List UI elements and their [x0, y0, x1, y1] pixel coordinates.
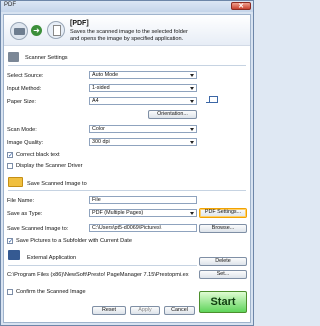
scanner-settings-divider: [8, 65, 246, 66]
external-application-path: C:\Program Files (x86)\NewSoft\Presto! P…: [7, 272, 189, 278]
start-button[interactable]: Start: [199, 291, 247, 313]
pdf-settings-button[interactable]: PDF Settings...: [199, 208, 247, 218]
image-quality-label: Image Quality:: [7, 140, 44, 146]
paper-size-dropdown[interactable]: A4: [89, 97, 197, 105]
pdf-icon: [47, 21, 65, 39]
scanner-settings-icon: [8, 52, 19, 62]
close-button[interactable]: ✕: [231, 2, 251, 10]
external-application-divider: [8, 265, 197, 266]
application-icon: [8, 250, 20, 260]
save-as-type-dropdown[interactable]: PDF (Multiple Pages): [89, 209, 197, 217]
save-as-type-label: Save as Type:: [7, 211, 43, 217]
delete-button[interactable]: Delete: [199, 257, 247, 266]
arrow-icon: ➜: [31, 25, 42, 36]
header-description-line-1: Saves the scanned image to the selected …: [70, 29, 188, 35]
browse-button[interactable]: Browse...: [199, 224, 247, 233]
scan-mode-dropdown[interactable]: Color: [89, 125, 197, 133]
file-name-input[interactable]: File: [89, 196, 197, 204]
correct-black-text-label: Correct black text: [16, 152, 60, 158]
confirm-scanned-image-checkbox[interactable]: [7, 289, 13, 295]
input-method-dropdown[interactable]: 1-sided: [89, 84, 197, 92]
image-quality-dropdown[interactable]: 300 dpi: [89, 138, 197, 146]
input-method-label: Input Method:: [7, 86, 42, 92]
select-source-label: Select Source:: [7, 73, 44, 79]
orientation-button[interactable]: Orientation...: [148, 110, 197, 119]
external-application-title: External Application: [27, 255, 77, 261]
window-title: PDF: [4, 2, 16, 8]
select-source-dropdown[interactable]: Auto Mode: [89, 71, 197, 79]
file-name-label: File Name:: [7, 198, 35, 204]
header-title: [PDF]: [70, 20, 89, 27]
subfolder-label: Save Pictures to a Subfolder with Curren…: [16, 238, 132, 244]
title-bar: [1, 1, 253, 12]
set-button[interactable]: Set...: [199, 270, 247, 279]
scanner-icon: [10, 22, 28, 40]
scan-mode-label: Scan Mode:: [7, 127, 37, 133]
confirm-scanned-image-label: Confirm the Scanned Image: [16, 289, 86, 295]
paper-size-label: Paper Size:: [7, 99, 36, 105]
save-settings-title: Save Scanned Image to: [27, 181, 87, 187]
save-to-label: Save Scanned Image to:: [7, 226, 69, 232]
correct-black-text-checkbox[interactable]: [7, 152, 13, 159]
folder-icon: [8, 177, 23, 187]
header-description-line-2: and opens the image by specified applica…: [70, 36, 184, 42]
save-to-input[interactable]: C:\Users\pt5-d0069\Pictures\: [89, 224, 197, 232]
subfolder-checkbox[interactable]: [7, 238, 13, 245]
apply-button[interactable]: Apply: [130, 306, 160, 315]
save-settings-divider: [8, 190, 246, 191]
display-scanner-driver-label: Display the Scanner Driver: [16, 163, 83, 169]
reset-button[interactable]: Reset: [92, 306, 126, 315]
paper-orientation-icon: [206, 95, 219, 105]
display-scanner-driver-checkbox[interactable]: [7, 163, 13, 169]
scanner-settings-title: Scanner Settings: [25, 55, 68, 61]
cancel-button[interactable]: Cancel: [164, 306, 195, 315]
